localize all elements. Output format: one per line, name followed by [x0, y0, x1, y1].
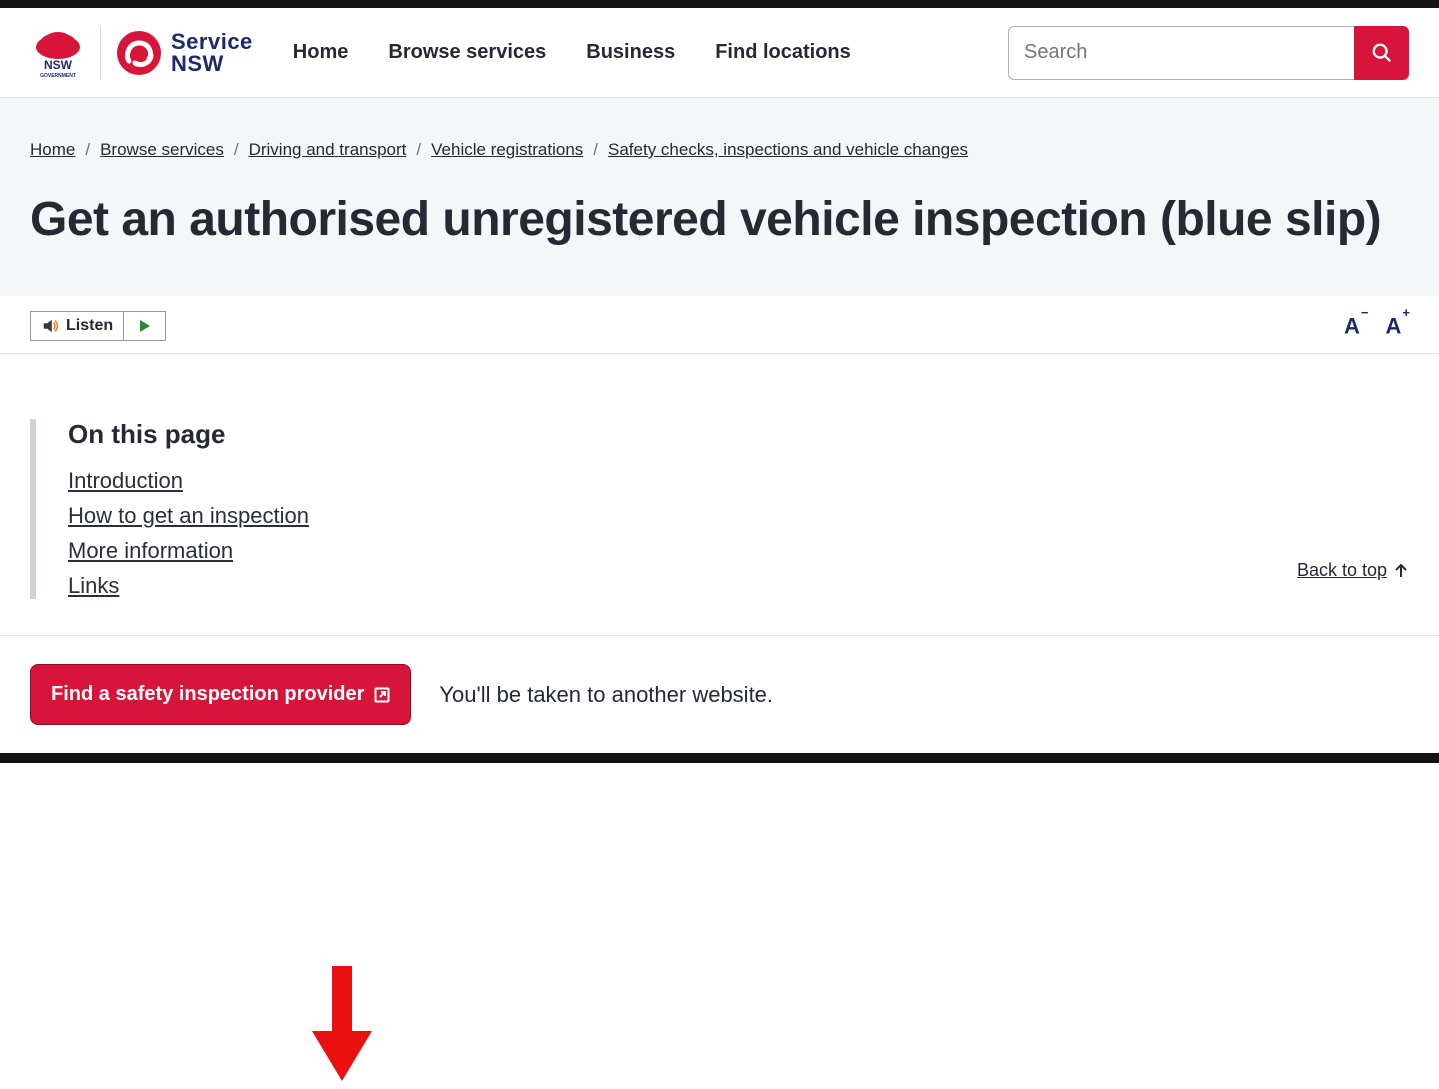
nav-find-locations[interactable]: Find locations [715, 41, 851, 64]
search-button[interactable] [1354, 26, 1409, 80]
logo-block: NSW GOVERNMENT Service NSW [30, 25, 253, 81]
breadcrumb-home[interactable]: Home [30, 140, 75, 160]
play-icon [138, 319, 152, 333]
page-title-section: Home / Browse services / Driving and tra… [0, 98, 1439, 296]
listen-button[interactable]: Listen [31, 312, 124, 340]
font-size-controls: A− A+ [1344, 313, 1409, 339]
breadcrumb-registrations[interactable]: Vehicle registrations [431, 140, 583, 160]
search-icon [1371, 42, 1393, 64]
breadcrumb-separator: / [234, 140, 239, 160]
logo-text-line-1: Service [171, 31, 253, 53]
service-nsw-logo[interactable]: Service NSW [115, 29, 253, 77]
otp-link-introduction[interactable]: Introduction [68, 468, 183, 494]
nav-home[interactable]: Home [293, 41, 349, 64]
browser-top-bar [0, 0, 1439, 8]
decrease-font-button[interactable]: A− [1344, 313, 1367, 339]
logo-separator [100, 26, 101, 80]
svg-text:GOVERNMENT: GOVERNMENT [40, 73, 76, 79]
find-provider-button[interactable]: Find a safety inspection provider [30, 664, 411, 725]
page-title: Get an authorised unregistered vehicle i… [30, 190, 1409, 250]
listen-label: Listen [66, 317, 113, 335]
breadcrumb-separator: / [593, 140, 598, 160]
otp-link-how-to[interactable]: How to get an inspection [68, 503, 309, 529]
annotation-arrow [312, 966, 372, 1084]
breadcrumb-safety[interactable]: Safety checks, inspections and vehicle c… [608, 140, 968, 160]
browser-bottom-bar [0, 753, 1439, 763]
otp-link-more-info[interactable]: More information [68, 538, 233, 564]
listen-widget: Listen [30, 311, 166, 341]
logo-text-line-2: NSW [171, 53, 253, 75]
breadcrumb-separator: / [85, 140, 90, 160]
back-to-top-label: Back to top [1297, 560, 1387, 581]
cta-button-label: Find a safety inspection provider [51, 683, 364, 706]
breadcrumb-separator: / [416, 140, 421, 160]
otp-link-links[interactable]: Links [68, 573, 119, 599]
breadcrumb: Home / Browse services / Driving and tra… [30, 140, 1409, 160]
increase-font-button[interactable]: A+ [1386, 313, 1409, 339]
arrow-up-icon [1393, 563, 1409, 579]
speaker-icon [41, 317, 59, 335]
search-input[interactable] [1008, 26, 1354, 80]
nav-browse-services[interactable]: Browse services [388, 41, 546, 64]
site-header: NSW GOVERNMENT Service NSW Home Browse s… [0, 8, 1439, 98]
breadcrumb-browse[interactable]: Browse services [100, 140, 224, 160]
breadcrumb-driving[interactable]: Driving and transport [249, 140, 407, 160]
on-this-page-heading: On this page [68, 419, 1409, 450]
listen-play-button[interactable] [124, 312, 165, 340]
search-form [1008, 26, 1409, 80]
on-this-page-links: Introduction How to get an inspection Mo… [68, 468, 1409, 599]
nsw-government-logo[interactable]: NSW GOVERNMENT [30, 25, 86, 81]
on-this-page-block: On this page Introduction How to get an … [30, 419, 1409, 599]
svg-text:NSW: NSW [44, 58, 73, 72]
cta-note: You'll be taken to another website. [439, 682, 773, 708]
content-area: On this page Introduction How to get an … [0, 354, 1439, 635]
service-nsw-logo-text: Service NSW [171, 31, 253, 75]
external-link-icon [374, 687, 390, 703]
primary-nav: Home Browse services Business Find locat… [293, 41, 851, 64]
utility-row: Listen A− A+ [0, 296, 1439, 354]
cta-row: Find a safety inspection provider You'll… [0, 635, 1439, 753]
back-to-top-link[interactable]: Back to top [1297, 560, 1409, 581]
nav-business[interactable]: Business [586, 41, 675, 64]
